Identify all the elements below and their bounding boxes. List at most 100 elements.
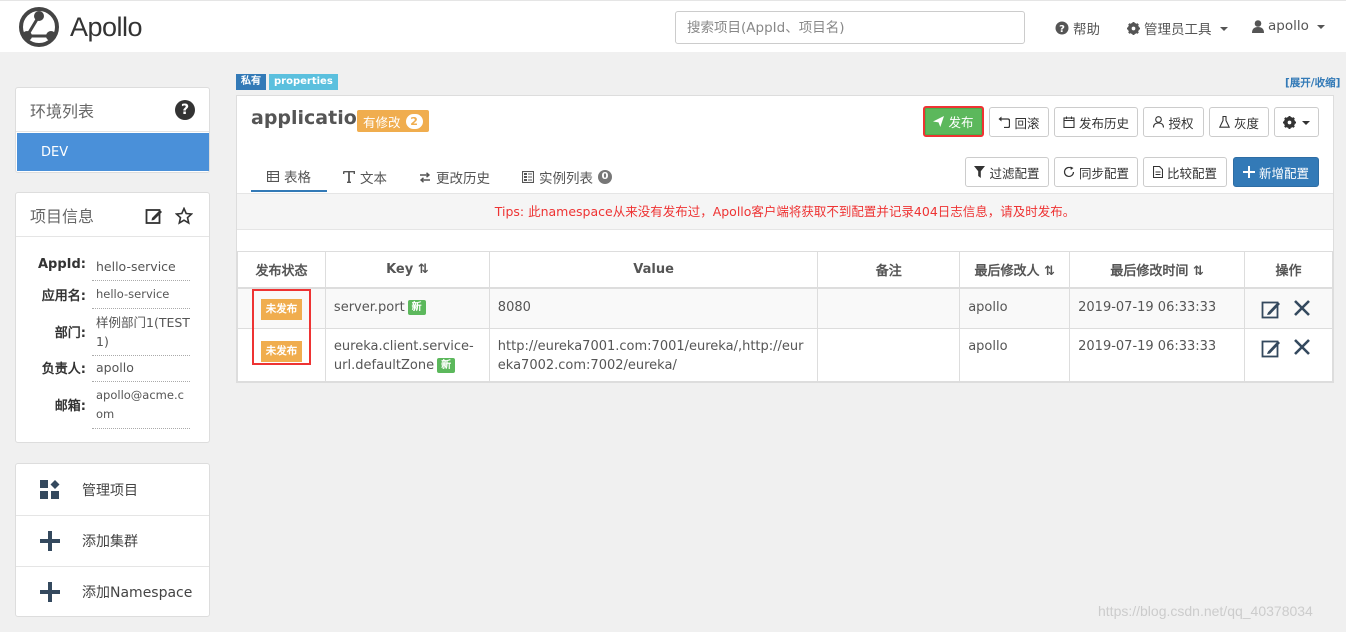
star-icon[interactable] [175, 207, 193, 225]
info-value: 样例部门1(TEST1) [92, 313, 190, 356]
filter-config-button[interactable]: 过滤配置 [965, 157, 1049, 187]
project-info-title-text: 项目信息 [30, 206, 95, 226]
namespace-tabs: 表格 文本 更改历史 实例列表 0 [251, 162, 628, 192]
column-header-key[interactable]: Key ⇅ [324, 251, 490, 289]
info-label: 应用名: [41, 289, 86, 304]
config-modifier: apollo [959, 328, 1071, 382]
publish-label: 发布 [948, 115, 974, 130]
info-row-appid: AppId: hello-service [16, 257, 211, 281]
unpublished-tips: Tips: 此namespace从来没有发布过，Apollo客户端将获取不到配置… [237, 193, 1333, 230]
compare-config-button[interactable]: 比较配置 [1143, 157, 1227, 187]
tab-change-history-label: 更改历史 [436, 171, 490, 187]
column-header-status: 发布状态 [237, 251, 326, 289]
file-icon [1152, 166, 1163, 178]
status-badge: 未发布 [260, 341, 303, 362]
logo-text: Apollo [70, 11, 143, 42]
info-label: 负责人: [41, 362, 86, 377]
info-label: AppId: [37, 257, 86, 272]
info-label: 部门: [54, 326, 86, 341]
filter-icon [974, 166, 986, 178]
info-value: hello-service [92, 285, 190, 309]
help-label: 帮助 [1073, 22, 1100, 38]
grant-button[interactable]: 授权 [1143, 107, 1204, 137]
sync-config-button[interactable]: 同步配置 [1054, 157, 1138, 187]
env-list-title-text: 环境列表 [30, 101, 95, 121]
tab-instances[interactable]: 实例列表 0 [506, 162, 628, 192]
info-value: apollo@acme.com [92, 386, 190, 429]
namespace-panel: application 有修改 2 发布 回滚 发布历史 授权 灰度 表格 文本 [236, 95, 1334, 383]
admin-tools-label: 管理员工具 [1144, 22, 1212, 38]
tag-format: properties [269, 74, 338, 90]
calendar-icon [1063, 116, 1075, 128]
namespace-tags: 私有 properties [236, 74, 338, 90]
sort-icon[interactable]: ⇅ [1044, 264, 1055, 279]
edit-icon[interactable] [1261, 338, 1281, 358]
config-modifier: apollo [959, 287, 1071, 329]
delete-icon[interactable] [1293, 338, 1311, 356]
apollo-logo[interactable]: Apollo [14, 5, 143, 49]
info-row-owner: 负责人: apollo [16, 358, 211, 382]
search-input[interactable] [675, 11, 1025, 44]
caret-down-icon [1316, 25, 1325, 29]
namespace-name: application [251, 107, 371, 129]
info-row-email: 邮箱: apollo@acme.com [16, 386, 211, 429]
apps-icon [40, 479, 60, 499]
text-icon [343, 171, 355, 183]
info-row-department: 部门: 样例部门1(TEST1) [16, 313, 211, 356]
table-header-row: 发布状态 Key ⇅ Value 备注 最后修改人 ⇅ 最后修改时间 ⇅ 操作 [237, 251, 1334, 289]
env-item-dev[interactable]: DEV [17, 133, 209, 171]
caret-down-icon [1302, 121, 1310, 125]
gray-release-button[interactable]: 灰度 [1209, 107, 1269, 137]
column-header-comment: 备注 [817, 251, 961, 289]
edit-icon[interactable] [1261, 299, 1281, 319]
modified-badge: 有修改 2 [357, 110, 429, 132]
gear-icon [1283, 115, 1296, 129]
gear-icon [1127, 21, 1140, 35]
user-dropdown[interactable]: apollo [1252, 18, 1325, 34]
user-icon [1153, 116, 1165, 128]
info-value: apollo [92, 358, 190, 382]
column-header-modified-time[interactable]: 最后修改时间 ⇅ [1069, 251, 1245, 289]
tab-change-history[interactable]: 更改历史 [403, 162, 506, 192]
key-header-label: Key [386, 261, 414, 277]
admin-tools-dropdown[interactable]: 管理员工具 [1127, 18, 1228, 38]
add-namespace-button[interactable]: 添加Namespace [16, 566, 209, 617]
manage-project-button[interactable]: 管理项目 [16, 464, 209, 515]
rollback-button[interactable]: 回滚 [989, 107, 1049, 137]
project-actions-panel: 管理项目 添加集群 添加Namespace [15, 463, 210, 617]
table-row: 未发布 server.port 新 8080 apollo 2019-07-19 … [237, 287, 1334, 329]
env-list-title: 环境列表 ? [16, 88, 209, 132]
info-label: 邮箱: [54, 399, 86, 414]
tag-private: 私有 [236, 74, 266, 90]
expand-collapse-link[interactable]: [展开/收缩] [1285, 75, 1340, 90]
edit-icon[interactable] [145, 207, 163, 225]
sort-icon[interactable]: ⇅ [1193, 264, 1204, 279]
tab-table[interactable]: 表格 [251, 162, 327, 192]
rollback-label: 回滚 [1014, 115, 1040, 131]
user-icon [1252, 19, 1264, 33]
settings-dropdown-button[interactable] [1274, 107, 1319, 137]
publish-button[interactable]: 发布 [923, 106, 984, 137]
tab-table-label: 表格 [284, 170, 311, 186]
delete-icon[interactable] [1293, 299, 1311, 317]
sort-icon[interactable]: ⇅ [418, 262, 429, 277]
gray-release-label: 灰度 [1233, 115, 1259, 131]
column-header-ops: 操作 [1243, 251, 1334, 289]
config-modified-time: 2019-07-19 06:33:33 [1069, 287, 1245, 329]
column-header-value: Value [488, 251, 819, 289]
add-cluster-button[interactable]: 添加集群 [16, 515, 209, 566]
config-value: http://eureka7001.com:7001/eureka/,http:… [488, 328, 819, 382]
config-key: server.port [333, 299, 405, 315]
send-icon [933, 116, 945, 127]
modifier-header-label: 最后修改人 [974, 263, 1040, 279]
tab-text[interactable]: 文本 [327, 162, 403, 192]
release-history-button[interactable]: 发布历史 [1054, 107, 1138, 137]
help-link[interactable]: ? 帮助 [1055, 18, 1100, 38]
flask-icon [1218, 116, 1230, 128]
config-value: 8080 [488, 287, 819, 329]
tab-instances-label: 实例列表 [539, 171, 593, 187]
question-circle-icon[interactable]: ? [175, 100, 195, 120]
add-config-button[interactable]: 新增配置 [1233, 157, 1319, 187]
column-header-modifier[interactable]: 最后修改人 ⇅ [959, 251, 1071, 289]
apollo-logo-icon [19, 7, 59, 47]
